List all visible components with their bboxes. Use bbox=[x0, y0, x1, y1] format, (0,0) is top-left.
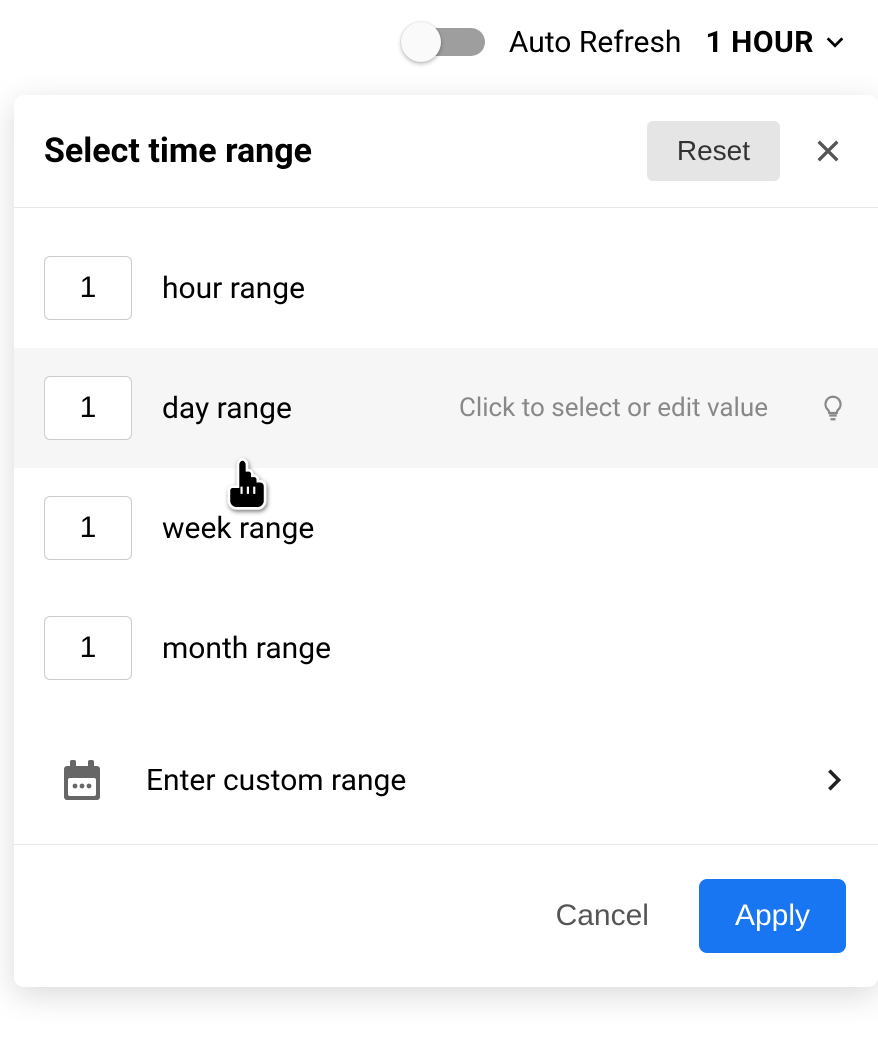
month-value-input[interactable] bbox=[44, 616, 132, 680]
custom-range-option[interactable]: Enter custom range bbox=[14, 728, 878, 845]
range-option-day[interactable]: day range Click to select or edit value bbox=[14, 348, 878, 468]
hover-hint-text: Click to select or edit value bbox=[459, 393, 768, 423]
day-range-label: day range bbox=[162, 391, 292, 426]
month-range-label: month range bbox=[162, 631, 331, 666]
apply-button[interactable]: Apply bbox=[699, 879, 846, 953]
week-value-input[interactable] bbox=[44, 496, 132, 560]
range-option-hour[interactable]: hour range bbox=[14, 228, 878, 348]
popover-header: Select time range Reset bbox=[14, 95, 878, 208]
chevron-down-icon bbox=[824, 31, 846, 53]
range-option-month[interactable]: month range bbox=[14, 588, 878, 708]
selected-range-value: 1 HOUR bbox=[705, 25, 814, 60]
time-range-popover: Select time range Reset hour range day r… bbox=[14, 95, 878, 987]
popover-footer: Cancel Apply bbox=[14, 845, 878, 987]
auto-refresh-toggle[interactable] bbox=[401, 24, 485, 60]
custom-range-label: Enter custom range bbox=[146, 763, 790, 798]
calendar-icon bbox=[58, 756, 106, 804]
week-range-label: week range bbox=[162, 511, 314, 546]
lightbulb-icon bbox=[818, 393, 848, 423]
cancel-button[interactable]: Cancel bbox=[534, 879, 671, 953]
hour-value-input[interactable] bbox=[44, 256, 132, 320]
topbar: Auto Refresh 1 HOUR bbox=[0, 0, 878, 96]
hour-range-label: hour range bbox=[162, 271, 305, 306]
chevron-right-icon bbox=[820, 766, 848, 794]
close-button[interactable] bbox=[808, 131, 848, 171]
time-range-dropdown[interactable]: 1 HOUR bbox=[705, 25, 846, 60]
day-value-input[interactable] bbox=[44, 376, 132, 440]
popover-title: Select time range bbox=[44, 131, 647, 171]
range-option-week[interactable]: week range bbox=[14, 468, 878, 588]
range-options: hour range day range Click to select or … bbox=[14, 208, 878, 845]
toggle-thumb bbox=[401, 22, 441, 62]
close-icon bbox=[812, 135, 844, 167]
auto-refresh-label: Auto Refresh bbox=[509, 25, 682, 60]
reset-button[interactable]: Reset bbox=[647, 121, 780, 181]
